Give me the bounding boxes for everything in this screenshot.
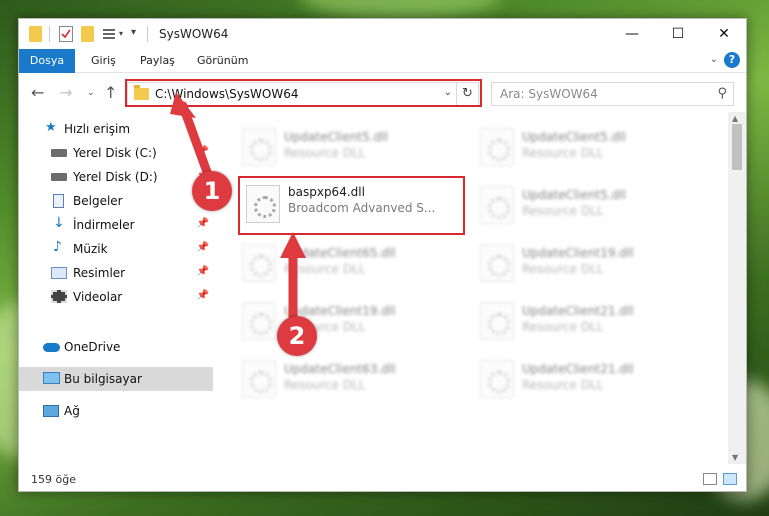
- step-2-badge: 2: [277, 316, 317, 356]
- step-1-badge: 1: [192, 171, 232, 211]
- arrow-head: [280, 232, 306, 258]
- annotation-arrows: [170, 92, 306, 327]
- arrow-head: [170, 92, 196, 118]
